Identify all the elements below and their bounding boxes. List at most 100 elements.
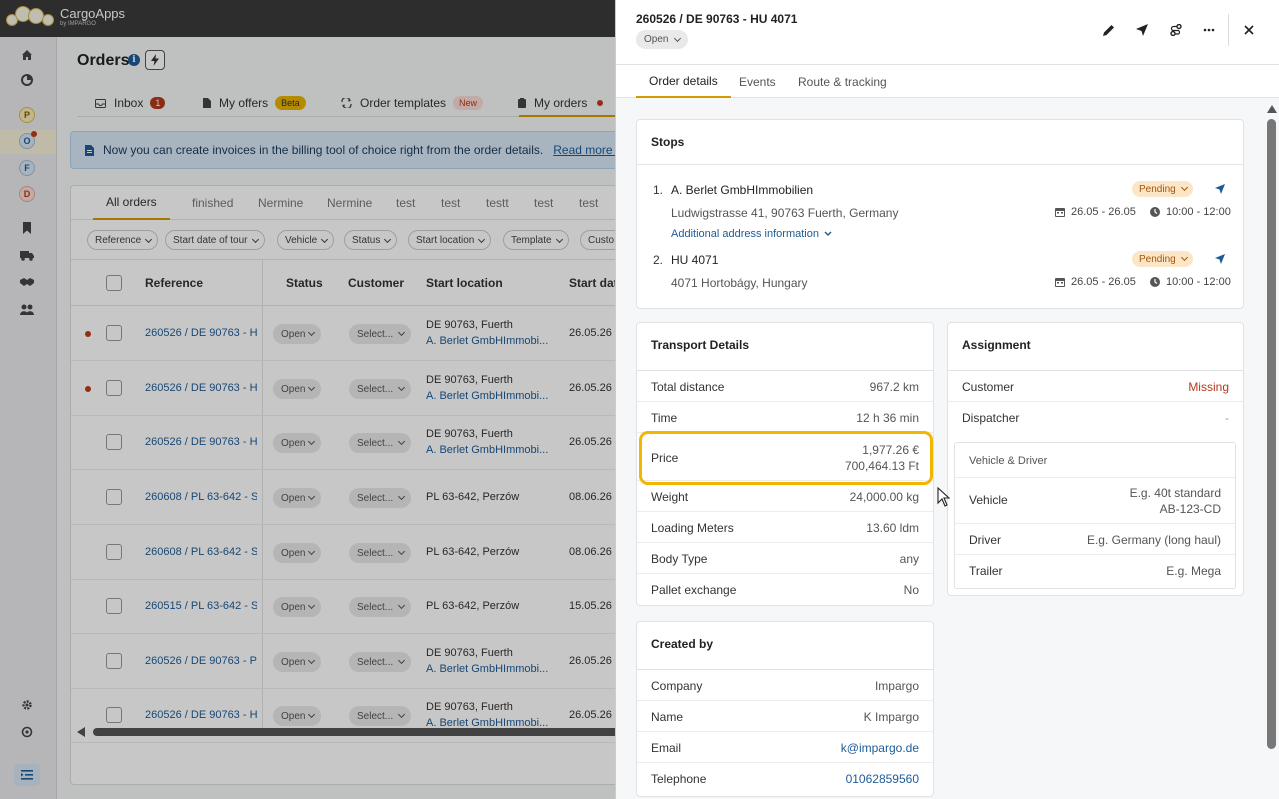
transport-title: Transport Details (651, 338, 750, 352)
send-icon (1136, 24, 1148, 36)
stop-time-text: 10:00 - 12:00 (1166, 276, 1231, 288)
vehicle-values: E.g. 40t standard AB-123-CD (1130, 485, 1221, 517)
order-details-drawer: 260526 / DE 90763 - HU 4071 Open Order d… (615, 0, 1279, 799)
route-icon (1170, 24, 1182, 36)
email-label: Email (651, 741, 682, 755)
weight-value: 24,000.00 kg (849, 490, 919, 504)
pencil-icon (1103, 25, 1114, 36)
total-distance-label: Total distance (651, 380, 725, 394)
stop-name: A. Berlet GmbHImmobilien (671, 183, 814, 197)
assign-button[interactable] (1168, 22, 1184, 38)
name-value: K Impargo (863, 710, 919, 724)
order-status-dropdown[interactable]: Open (636, 30, 689, 49)
tab-route-tracking[interactable]: Route & tracking (798, 65, 887, 98)
customer-label: Customer (962, 380, 1015, 394)
drawer-header: 260526 / DE 90763 - HU 4071 Open (616, 0, 1279, 65)
scroll-up-icon[interactable] (1267, 105, 1277, 113)
vehicle-row[interactable]: Vehicle E.g. 40t standard AB-123-CD (955, 477, 1235, 524)
plate-placeholder: AB-123-CD (1159, 502, 1221, 516)
stop-name: HU 4071 (671, 253, 719, 267)
assignment-card: Assignment Customer Missing Dispatcher -… (947, 322, 1244, 596)
vehicle-driver-title: Vehicle & Driver (969, 455, 1048, 467)
body-type-label: Body Type (651, 552, 708, 566)
driver-row[interactable]: Driver E.g. Germany (long haul) (955, 523, 1235, 554)
customer-row[interactable]: Customer Missing (948, 370, 1243, 401)
stop-address: 4071 Hortobágy, Hungary (671, 276, 808, 290)
scroll-thumb[interactable] (1267, 119, 1276, 749)
drawer-tabs: Order details Events Route & tracking (616, 65, 1279, 98)
total-distance-row: Total distance 967.2 km (637, 370, 933, 401)
trailer-placeholder: E.g. Mega (1166, 564, 1221, 578)
stop-time: 10:00 - 12:00 (1150, 276, 1231, 288)
calendar-icon (1055, 277, 1065, 287)
header-divider (1228, 14, 1229, 46)
dispatcher-row[interactable]: Dispatcher - (948, 401, 1243, 432)
pallet-exchange-label: Pallet exchange (651, 583, 737, 597)
additional-address-label: Additional address information (671, 228, 819, 240)
transport-details-card: Transport Details Total distance 967.2 k… (636, 322, 934, 606)
body-type-row: Body Type any (637, 542, 933, 573)
vehicle-driver-box: Vehicle & Driver Vehicle E.g. 40t standa… (954, 442, 1236, 589)
chevron-down-icon (824, 231, 832, 236)
mouse-cursor-icon (937, 487, 950, 507)
vehicle-placeholder: E.g. 40t standard (1129, 486, 1221, 500)
clock-icon (1150, 207, 1160, 217)
tab-order-details[interactable]: Order details (636, 65, 731, 98)
created-by-title: Created by (651, 637, 714, 651)
clock-icon (1150, 277, 1160, 287)
navigation-icon[interactable] (1215, 254, 1225, 264)
dispatcher-value: - (1225, 411, 1229, 425)
driver-placeholder: E.g. Germany (long haul) (1086, 533, 1221, 547)
total-distance-value: 967.2 km (869, 380, 919, 394)
send-button[interactable] (1134, 22, 1150, 38)
stop-dates: 26.05 - 26.05 (1055, 276, 1136, 288)
customer-missing: Missing (1188, 380, 1229, 394)
vehicle-label: Vehicle (969, 493, 1008, 507)
company-label: Company (651, 679, 703, 693)
stop-time: 10:00 - 12:00 (1150, 206, 1231, 218)
telephone-row: Telephone 01062859560 (637, 762, 933, 793)
loading-meters-row: Loading Meters 13.60 ldm (637, 511, 933, 542)
email-row: Email k@impargo.de (637, 731, 933, 762)
dispatcher-label: Dispatcher (962, 411, 1020, 425)
modal-backdrop[interactable] (0, 0, 615, 799)
close-button[interactable] (1241, 22, 1257, 38)
time-value: 12 h 36 min (856, 411, 919, 425)
stop-address: Ludwigstrasse 41, 90763 Fuerth, Germany (671, 206, 899, 220)
additional-address-toggle[interactable]: Additional address information (671, 228, 832, 240)
pallet-exchange-row: Pallet exchange No (637, 573, 933, 604)
stops-title: Stops (651, 135, 685, 149)
drawer-scrollbar[interactable] (1266, 105, 1277, 765)
loading-meters-value: 13.60 ldm (866, 521, 919, 535)
stop-time-text: 10:00 - 12:00 (1166, 206, 1231, 218)
stop-status-dropdown[interactable]: Pending (1132, 251, 1193, 267)
name-row: Name K Impargo (637, 700, 933, 731)
edit-button[interactable] (1101, 22, 1117, 38)
telephone-label: Telephone (651, 772, 707, 786)
close-icon (1244, 25, 1254, 35)
company-value: Impargo (874, 679, 919, 693)
navigation-icon[interactable] (1215, 184, 1225, 194)
pallet-exchange-value: No (903, 583, 919, 597)
weight-label: Weight (651, 490, 689, 504)
driver-label: Driver (969, 533, 1001, 547)
stop-number: 1. (653, 183, 664, 197)
body-type-value: any (899, 552, 919, 566)
company-row: Company Impargo (637, 669, 933, 700)
tab-events[interactable]: Events (739, 65, 776, 98)
calendar-icon (1055, 207, 1065, 217)
stops-card: Stops 1. A. Berlet GmbHImmobilien Ludwig… (636, 119, 1244, 309)
trailer-row[interactable]: Trailer E.g. Mega (955, 554, 1235, 585)
stop-dates-text: 26.05 - 26.05 (1071, 276, 1136, 288)
time-row: Time 12 h 36 min (637, 401, 933, 432)
stop-number: 2. (653, 253, 664, 267)
name-label: Name (651, 710, 684, 724)
stop-status-dropdown[interactable]: Pending (1132, 181, 1193, 197)
more-button[interactable] (1201, 22, 1217, 38)
stop-dates: 26.05 - 26.05 (1055, 206, 1136, 218)
price-highlight (639, 431, 933, 485)
telephone-link[interactable]: 01062859560 (846, 772, 919, 786)
email-link[interactable]: k@impargo.de (841, 741, 919, 755)
time-label: Time (651, 411, 678, 425)
divider (637, 164, 1243, 165)
